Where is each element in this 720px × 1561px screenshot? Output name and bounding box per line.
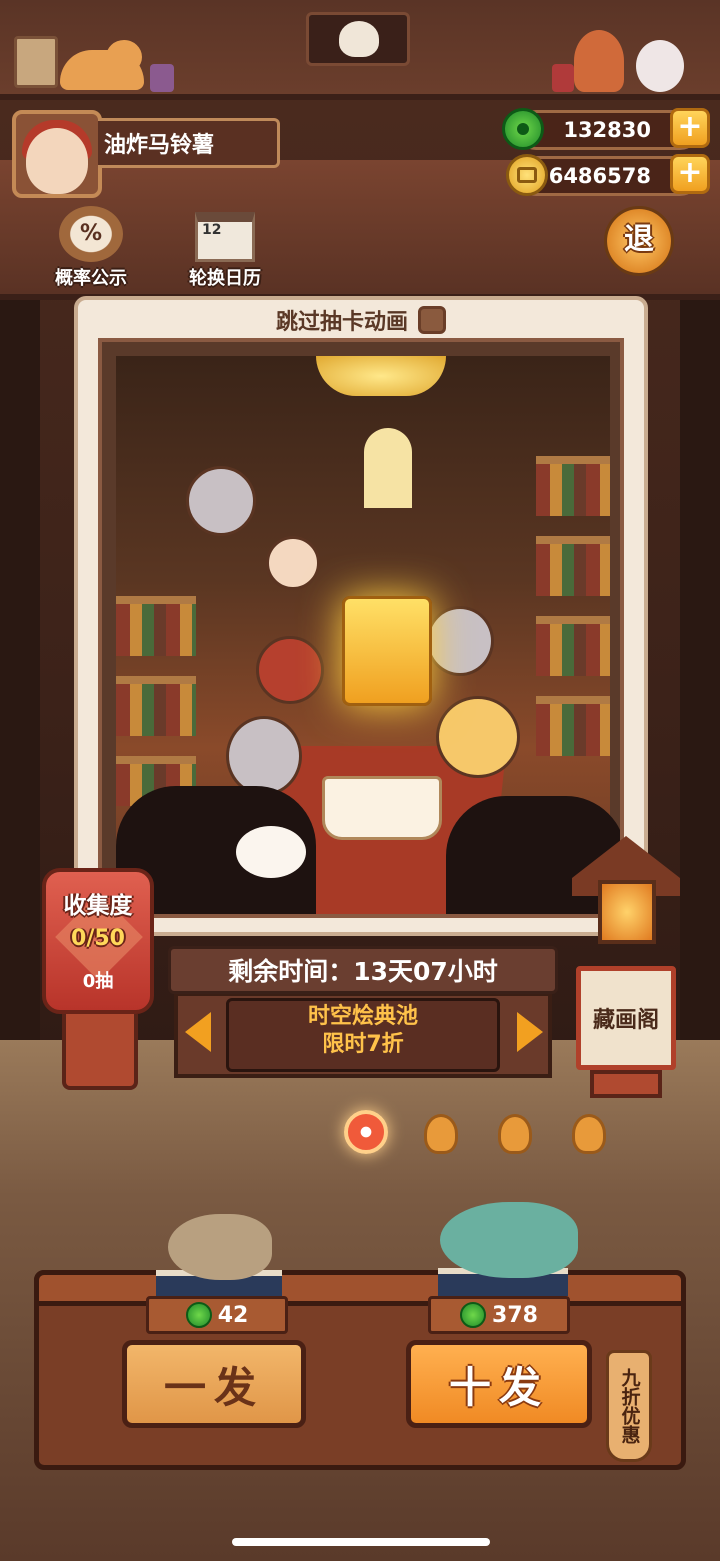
bookshelf xyxy=(536,536,610,596)
rotation-calendar-button[interactable]: 12 轮换日历 xyxy=(180,212,270,290)
lantern-stand xyxy=(62,1014,138,1090)
character-blond xyxy=(436,696,520,778)
add-jade-button[interactable]: + xyxy=(670,108,710,148)
gallery-lamp-icon xyxy=(598,880,656,944)
bookshelf xyxy=(536,616,610,676)
home-indicator[interactable] xyxy=(232,1538,490,1546)
calendar-label: 轮换日历 xyxy=(189,268,261,289)
pool-indicator[interactable] xyxy=(572,1114,606,1154)
gallery-button[interactable]: 藏画阁 xyxy=(576,966,676,1070)
pool-title: 时空烩典池 xyxy=(307,1004,418,1029)
left-pillar xyxy=(0,300,40,1060)
jade-icon xyxy=(460,1302,487,1328)
probability-button[interactable]: % 概率公示 xyxy=(46,206,136,290)
gacha-scene xyxy=(98,338,624,918)
exit-button[interactable]: 退 xyxy=(604,206,674,276)
single-draw-cost-value: 42 xyxy=(217,1302,249,1328)
bookshelf xyxy=(536,456,610,516)
skip-animation-checkbox[interactable] xyxy=(418,306,446,334)
character-monkey xyxy=(266,536,320,590)
skip-animation-toggle[interactable]: 跳过抽卡动画 xyxy=(74,298,648,342)
avatar-face xyxy=(26,128,88,194)
collection-title: 收集度 xyxy=(63,893,133,919)
teal-fish-icon xyxy=(440,1202,578,1278)
add-coin-button[interactable]: + xyxy=(670,154,710,194)
arrow-right-icon xyxy=(517,1012,543,1052)
single-draw-button[interactable]: 一发 xyxy=(122,1340,306,1428)
coin-icon xyxy=(506,154,548,196)
pool-indicator[interactable] xyxy=(498,1114,532,1154)
player-name: 油炸马铃薯 xyxy=(98,118,280,168)
pool-discount: 限时7折 xyxy=(322,1032,404,1057)
counter-top xyxy=(34,1270,686,1306)
arrow-left-icon xyxy=(185,1012,211,1052)
arched-window xyxy=(364,428,412,508)
single-draw-cost: 42 xyxy=(146,1296,288,1334)
character-grey-hair xyxy=(186,466,256,536)
jar-decoration xyxy=(552,64,574,92)
jade-icon xyxy=(502,108,544,150)
calendar-icon: 12 xyxy=(195,212,255,262)
pool-name: 时空烩典池 限时7折 xyxy=(226,998,500,1072)
collection-count: 0/50 xyxy=(71,926,125,951)
ten-draw-cost-value: 378 xyxy=(492,1302,538,1328)
character-grey-girl xyxy=(226,716,302,796)
collection-lantern[interactable]: 收集度 0/50 0抽 xyxy=(42,868,154,1014)
bookshelf xyxy=(536,696,610,756)
right-pillar xyxy=(680,300,720,1060)
sleeping-cat-decoration xyxy=(60,40,144,90)
library-scene xyxy=(116,356,620,914)
banner-character-icon xyxy=(339,21,379,57)
white-cat-icon xyxy=(236,826,306,878)
draw-count: 0抽 xyxy=(82,971,114,992)
skip-animation-label: 跳过抽卡动画 xyxy=(275,310,408,335)
remaining-time: 剩余时间：13天07小时 xyxy=(168,946,558,994)
pool-indicator-active[interactable] xyxy=(344,1110,388,1154)
white-cat-decoration xyxy=(636,40,684,92)
pool-indicator[interactable] xyxy=(424,1114,458,1154)
player-avatar[interactable] xyxy=(12,110,102,198)
gallery-stand xyxy=(590,1070,662,1098)
open-book-icon xyxy=(322,776,442,840)
ten-draw-button[interactable]: 十发 xyxy=(406,1340,592,1428)
probability-label: 概率公示 xyxy=(55,268,127,289)
next-pool-button[interactable] xyxy=(510,1000,550,1064)
bookshelf xyxy=(116,596,196,656)
discount-tag: 九折优惠 xyxy=(606,1350,652,1462)
paw-box-decoration xyxy=(14,36,58,88)
golden-shrine-icon xyxy=(342,596,432,706)
header-scroll-banner xyxy=(306,12,410,66)
bookshelf xyxy=(116,676,196,736)
prev-pool-button[interactable] xyxy=(178,1000,218,1064)
brown-fish-icon xyxy=(168,1214,272,1280)
ten-draw-cost: 378 xyxy=(428,1296,570,1334)
jade-icon xyxy=(185,1302,212,1328)
character-red-hair xyxy=(256,636,324,704)
ceiling-lamp xyxy=(316,356,446,396)
character-grey-boy xyxy=(426,606,494,676)
jar-decoration xyxy=(150,64,174,92)
percent-gear-icon: % xyxy=(59,206,123,262)
character-decoration xyxy=(574,30,624,92)
